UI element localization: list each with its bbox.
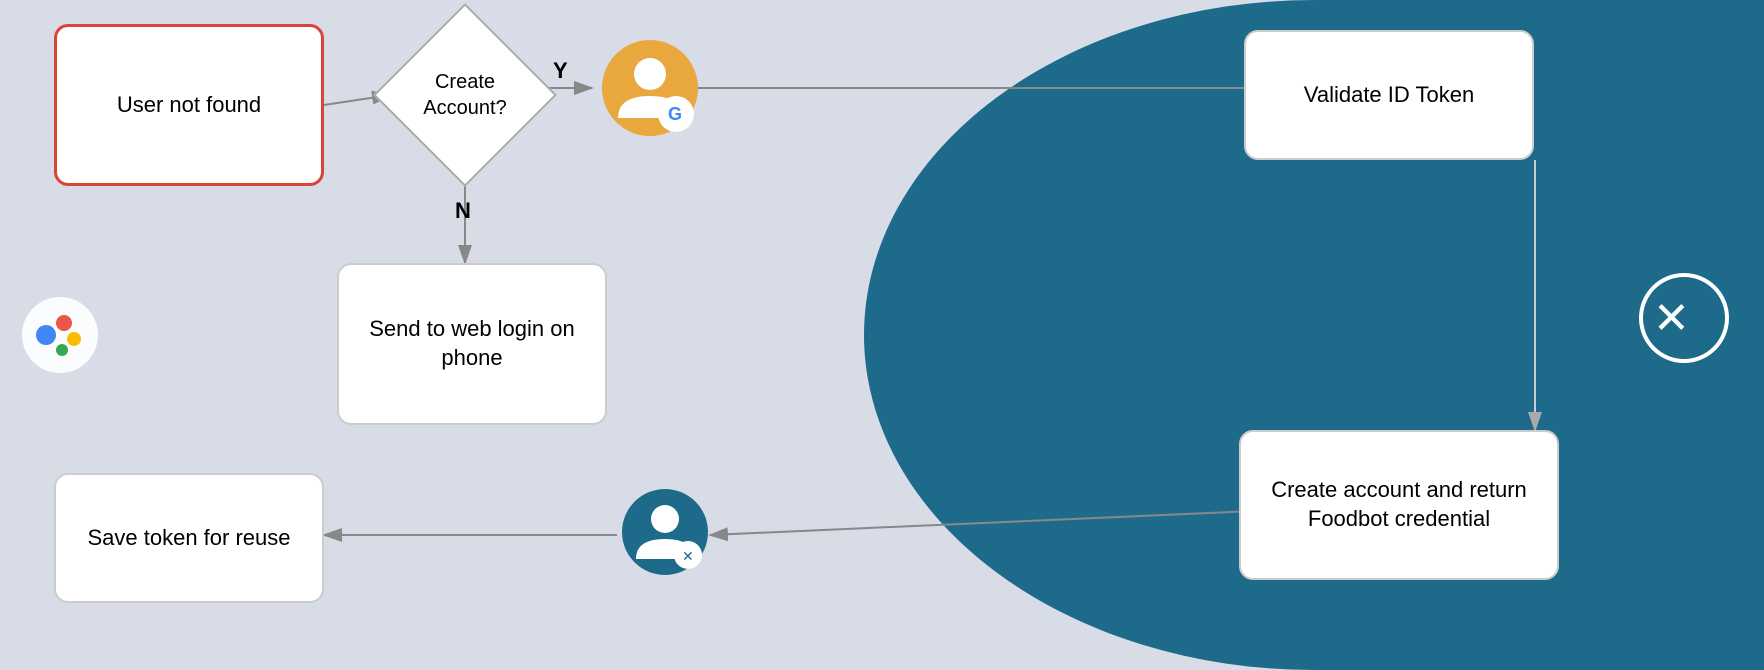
svg-text:G: G bbox=[668, 104, 682, 124]
create-account-diamond: CreateAccount? bbox=[390, 20, 540, 170]
google-assistant-icon bbox=[20, 295, 100, 375]
svg-text:✕: ✕ bbox=[682, 548, 694, 564]
no-label: N bbox=[455, 198, 471, 224]
svg-text:✕: ✕ bbox=[1653, 294, 1690, 343]
yes-label: Y bbox=[553, 58, 568, 84]
validate-id-token-node: Validate ID Token bbox=[1244, 30, 1534, 160]
create-account-node: Create account and return Foodbot creden… bbox=[1239, 430, 1559, 580]
user-not-found-node: User not found bbox=[54, 24, 324, 186]
diamond-label: CreateAccount? bbox=[390, 20, 540, 170]
foodbot-user-icon: ✕ bbox=[620, 487, 710, 577]
save-token-node: Save token for reuse bbox=[54, 473, 324, 603]
google-account-icon: G bbox=[600, 38, 700, 138]
foodbot-right-icon: ✕ bbox=[1639, 273, 1729, 363]
send-web-login-node: Send to web login on phone bbox=[337, 263, 607, 425]
